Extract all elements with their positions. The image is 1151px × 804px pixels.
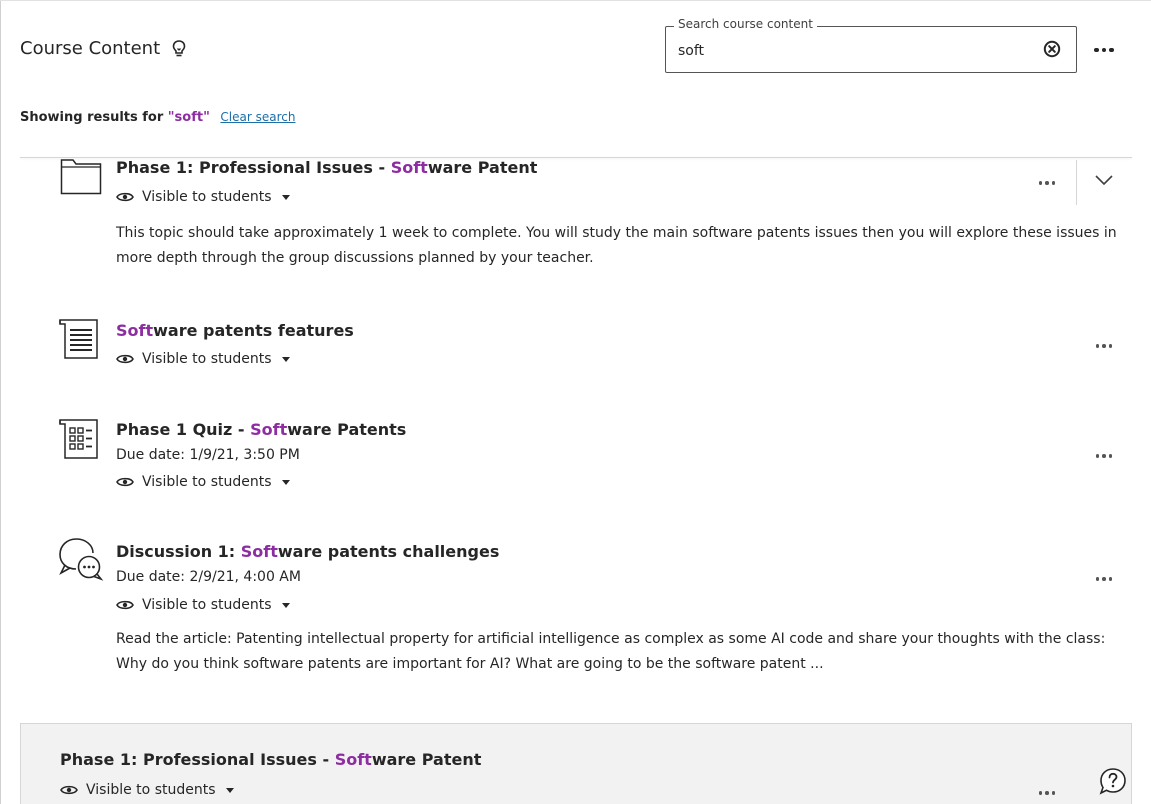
clear-circle-x-icon[interactable] — [1042, 39, 1062, 59]
visibility-dropdown[interactable]: Visible to students — [116, 189, 290, 205]
due-date: Due date: 1/9/21, 3:50 PM — [116, 447, 300, 463]
visibility-label: Visible to students — [142, 189, 272, 205]
eye-icon — [116, 192, 134, 202]
row-separator — [1076, 160, 1077, 205]
visibility-label: Visible to students — [142, 351, 272, 367]
due-date: Due date: 2/9/21, 4:00 AM — [116, 569, 301, 585]
item-title[interactable]: Software patents features — [116, 321, 354, 340]
eye-icon — [116, 600, 134, 610]
visibility-label: Visible to students — [86, 782, 216, 798]
help-icon[interactable] — [1098, 766, 1128, 796]
caret-down-icon — [281, 602, 290, 608]
eye-icon — [116, 477, 134, 487]
eye-icon — [60, 785, 78, 795]
clear-search-link[interactable]: Clear search — [220, 110, 295, 124]
search-results-summary: Showing results for "soft" Clear search — [20, 110, 295, 125]
item-title[interactable]: Phase 1: Professional Issues - Software … — [116, 158, 537, 177]
lightbulb-icon[interactable] — [170, 39, 188, 59]
results-prefix: Showing results for — [20, 110, 168, 125]
caret-down-icon — [281, 356, 290, 362]
more-options-icon[interactable] — [1090, 40, 1118, 60]
visibility-dropdown[interactable]: Visible to students — [116, 474, 290, 490]
search-input[interactable] — [678, 40, 1018, 62]
discussion-icon — [58, 536, 104, 582]
visibility-label: Visible to students — [142, 474, 272, 490]
item-title[interactable]: Phase 1: Professional Issues - Software … — [60, 750, 481, 769]
search-legend: Search course content — [674, 17, 817, 31]
more-options-icon[interactable] — [1090, 336, 1118, 356]
folder-icon — [60, 157, 102, 195]
page-title: Course Content — [20, 38, 188, 59]
visibility-label: Visible to students — [142, 597, 272, 613]
more-options-icon[interactable] — [1090, 446, 1118, 466]
chevron-down-icon[interactable] — [1093, 172, 1115, 188]
item-title[interactable]: Discussion 1: Software patents challenge… — [116, 542, 499, 561]
page-title-text: Course Content — [20, 38, 161, 59]
eye-icon — [116, 354, 134, 364]
item-description: Read the article: Patenting intellectual… — [116, 631, 1106, 672]
caret-down-icon — [281, 194, 290, 200]
item-title[interactable]: Phase 1 Quiz - Software Patents — [116, 420, 406, 439]
left-border — [0, 0, 1, 804]
caret-down-icon — [225, 787, 234, 793]
document-icon — [57, 318, 101, 362]
search-field[interactable]: Search course content — [665, 17, 1077, 73]
caret-down-icon — [281, 479, 290, 485]
visibility-dropdown[interactable]: Visible to students — [116, 351, 290, 367]
more-options-icon[interactable] — [1090, 569, 1118, 589]
visibility-dropdown[interactable]: Visible to students — [116, 597, 290, 613]
more-options-icon[interactable] — [1033, 783, 1061, 803]
results-query: "soft" — [167, 110, 210, 125]
more-options-icon[interactable] — [1033, 173, 1061, 193]
test-icon — [57, 418, 101, 462]
item-description: This topic should take approximately 1 w… — [116, 225, 1117, 266]
visibility-dropdown[interactable]: Visible to students — [60, 782, 234, 798]
top-border — [0, 0, 1151, 1]
